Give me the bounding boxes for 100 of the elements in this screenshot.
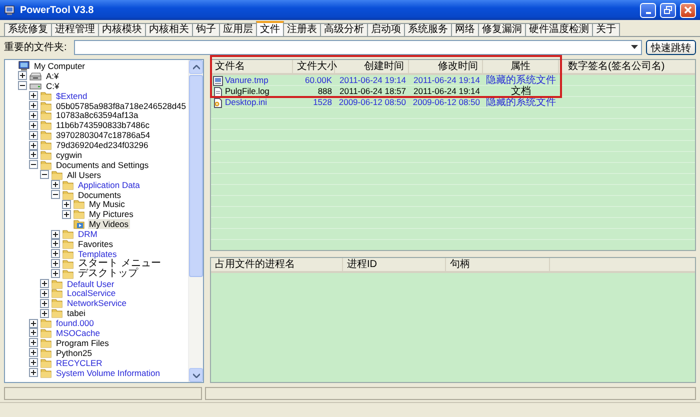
expand-toggle[interactable] [51, 249, 60, 258]
tree-item[interactable]: $Extend [55, 90, 88, 101]
folder-icon [62, 238, 74, 249]
tree-item[interactable]: Documents [77, 190, 122, 200]
expand-toggle[interactable] [29, 91, 38, 100]
tree-item[interactable]: MSOCache [55, 328, 101, 338]
tab[interactable]: 钩子 [192, 23, 220, 36]
expand-toggle[interactable] [51, 180, 60, 190]
tab[interactable]: 文件 [256, 21, 284, 36]
modified-time: 2011-06-24 19:14 [414, 86, 480, 96]
column-header[interactable]: 数字签名(签名公司名) [559, 60, 695, 73]
tab[interactable]: 网络 [451, 23, 479, 36]
tab[interactable]: 启动项 [367, 23, 405, 36]
collapse-toggle[interactable] [51, 190, 60, 200]
expand-toggle[interactable] [18, 71, 27, 80]
tree-item[interactable]: 11b6b743590833b7486c [55, 120, 150, 130]
expand-toggle[interactable] [29, 150, 38, 160]
column-header[interactable]: 进程ID [343, 258, 446, 271]
close-button[interactable] [680, 2, 696, 18]
expand-toggle[interactable] [29, 140, 38, 150]
tab[interactable]: 硬件温度检测 [525, 23, 593, 36]
folder-icon [40, 120, 52, 130]
file-row[interactable]: Vanure.tmp 60.00K 2011-06-24 19:14 2011-06-24 19:14 隐藏的系统文件 [211, 75, 695, 86]
expand-toggle[interactable] [62, 210, 71, 219]
expand-toggle[interactable] [29, 368, 38, 378]
collapse-toggle[interactable] [18, 81, 27, 90]
expand-toggle[interactable] [29, 120, 38, 130]
folder-icon [62, 229, 74, 240]
tree-item[interactable]: All Users [66, 170, 102, 180]
expand-toggle[interactable] [62, 200, 71, 209]
tree-item[interactable]: Application Data [77, 180, 141, 190]
collapse-toggle[interactable] [40, 170, 49, 180]
tab[interactable]: 关于 [592, 23, 620, 36]
tree-item[interactable]: tabei [66, 308, 86, 318]
tree-item[interactable]: cygwin [55, 150, 83, 160]
tree-item[interactable]: RECYCLER [55, 358, 104, 368]
tree-item[interactable]: 10783a8c63594af13a [55, 110, 140, 120]
expand-toggle[interactable] [51, 230, 60, 239]
tab[interactable]: 系统修复 [4, 23, 52, 36]
created-time: 2009-06-12 08:50 [338, 97, 406, 107]
folder-dropdown[interactable] [74, 40, 642, 54]
expand-toggle[interactable] [29, 348, 38, 358]
expand-toggle[interactable] [29, 338, 38, 348]
tree-item[interactable]: DRM [77, 229, 98, 240]
scroll-up-icon[interactable] [192, 64, 200, 70]
collapse-toggle[interactable] [29, 160, 38, 170]
column-header[interactable]: 修改时间 [409, 60, 483, 73]
tab[interactable]: 注册表 [283, 23, 321, 36]
minimize-button[interactable] [640, 2, 656, 18]
expand-toggle[interactable] [29, 318, 38, 328]
tree-item[interactable]: LocalService [66, 288, 117, 298]
expand-toggle[interactable] [40, 308, 49, 318]
file-attribute: 文档 [511, 86, 531, 97]
tree-item[interactable]: System Volume Information [55, 368, 161, 378]
scroll-down-icon[interactable] [192, 372, 200, 378]
expand-toggle[interactable] [29, 110, 38, 120]
tab[interactable]: 内核相关 [145, 23, 193, 36]
tree-item[interactable]: 05b05785a983f8a718e246528d45 [55, 100, 187, 111]
tree-item[interactable]: 79d369204ed234f03296 [55, 140, 150, 150]
expand-toggle[interactable] [51, 239, 60, 248]
tab[interactable]: 修复漏洞 [478, 23, 526, 36]
tree-item[interactable]: My Videos [88, 219, 130, 230]
tree-item[interactable]: My Music [88, 199, 126, 210]
modified-time: 2009-06-12 08:50 [412, 97, 480, 107]
tree-item[interactable]: Templates [77, 248, 118, 259]
expand-toggle[interactable] [51, 259, 60, 268]
expand-toggle[interactable] [40, 279, 49, 288]
tree-item[interactable]: Favorites [77, 238, 114, 249]
column-header[interactable]: 句柄 [446, 258, 550, 271]
tab[interactable]: 应用层 [219, 23, 257, 36]
tree-item[interactable]: NetworkService [66, 298, 128, 308]
expand-toggle[interactable] [29, 130, 38, 140]
expand-toggle[interactable] [51, 269, 60, 278]
tab[interactable]: 高级分析 [320, 23, 368, 36]
column-header[interactable]: 占用文件的进程名 [211, 258, 343, 271]
tree-item[interactable]: found.000 [55, 318, 95, 328]
expand-toggle[interactable] [40, 288, 49, 298]
tree-item[interactable]: デスクトップ [77, 268, 139, 279]
expand-toggle[interactable] [29, 358, 38, 368]
tree-item[interactable]: My Pictures [88, 209, 134, 220]
tree-item[interactable]: Python25 [55, 348, 93, 358]
tree-item[interactable]: A:¥ [45, 70, 60, 81]
tree-item[interactable]: Default User [66, 278, 116, 289]
jump-button[interactable]: 快速跳转 [646, 40, 696, 54]
tab[interactable]: 系统服务 [404, 23, 452, 36]
tab[interactable]: 内核模块 [98, 23, 146, 36]
tree-item[interactable]: 39702803047c18786a54 [55, 130, 152, 140]
expand-toggle[interactable] [29, 101, 38, 110]
column-header[interactable]: 属性 [483, 60, 559, 73]
tab[interactable]: 进程管理 [51, 23, 99, 36]
scrollbar[interactable] [188, 60, 203, 382]
tree-item[interactable]: My Computer [33, 60, 86, 71]
expand-toggle[interactable] [40, 298, 49, 308]
tree-item[interactable]: C:¥ [45, 80, 60, 91]
restore-button[interactable] [660, 2, 676, 18]
tree-item[interactable]: スタート メニュー [77, 258, 162, 269]
tree-item[interactable]: Program Files [55, 338, 110, 348]
expand-toggle[interactable] [29, 328, 38, 338]
tree-item[interactable]: Documents and Settings [55, 160, 150, 170]
column-header[interactable]: 文件大小 [293, 60, 335, 73]
